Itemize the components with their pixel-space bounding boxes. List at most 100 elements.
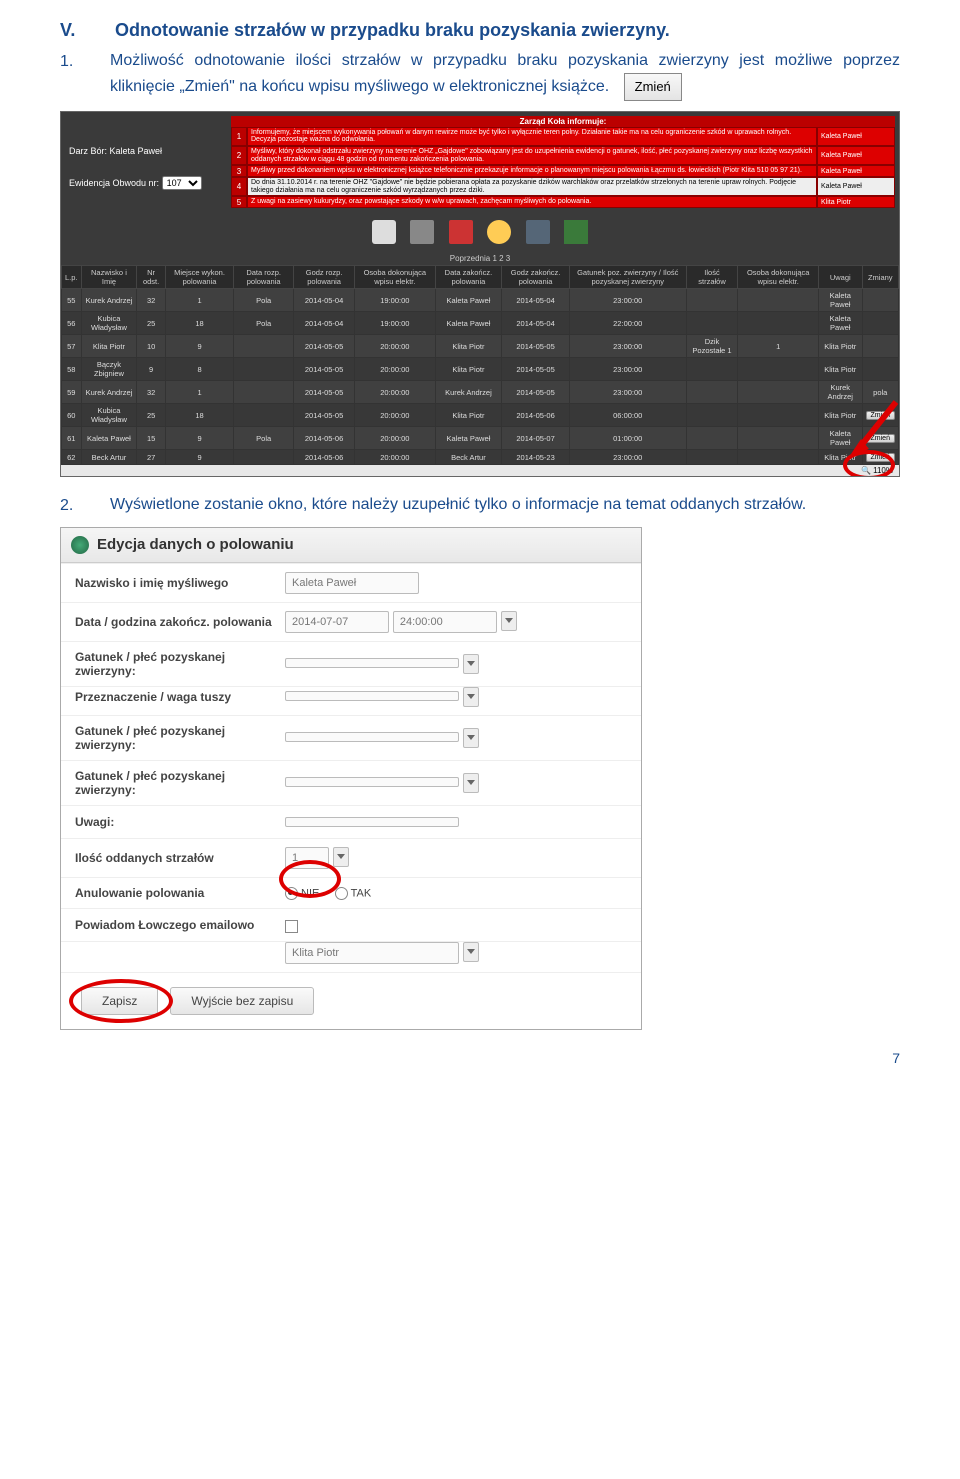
table-cell: 20:00:00 <box>355 450 436 465</box>
table-cell: 2014-05-05 <box>294 381 355 404</box>
shots-dropdown[interactable] <box>333 847 349 867</box>
radio-nie[interactable] <box>285 887 298 900</box>
table-cell: Kubica Władysław <box>81 404 137 427</box>
screenshot-form: Edycja danych o polowaniu Nazwisko i imi… <box>60 527 642 1030</box>
species-dropdown[interactable] <box>463 773 479 793</box>
input-date[interactable]: 2014-07-07 <box>285 611 389 633</box>
table-cell: 32 <box>137 289 165 312</box>
table-cell: Klita Piotr <box>435 404 502 427</box>
table-cell: 8 <box>165 358 233 381</box>
table-cell: 2014-05-05 <box>502 358 570 381</box>
zmien-button[interactable]: Zmień <box>866 411 895 420</box>
label-name: Nazwisko i imię myśliwego <box>75 576 285 590</box>
species-dropdown[interactable] <box>463 654 479 674</box>
table-cell <box>686 404 738 427</box>
label-date: Data / godzina zakończ. polowania <box>75 615 285 629</box>
col-header: Data zakończ. polowania <box>435 266 502 289</box>
exit-icon[interactable] <box>564 220 588 244</box>
checkbox-mail[interactable] <box>285 920 298 933</box>
table-cell: 58 <box>62 358 82 381</box>
screenshot-grid: Darz Bór: Kaleta Paweł Ewidencja Obwodu … <box>60 111 900 478</box>
table-cell: Pola <box>234 427 294 450</box>
zoom-indicator: 🔍 110% <box>61 465 899 476</box>
col-header: Nazwisko i Imię <box>81 266 137 289</box>
radio-tak[interactable] <box>335 887 348 900</box>
paragraph-1: Możliwość odnotowanie ilości strzałów w … <box>110 52 900 95</box>
save-button[interactable]: Zapisz <box>81 987 158 1015</box>
input-remarks[interactable] <box>285 817 459 827</box>
input-species-2[interactable] <box>285 732 459 742</box>
table-cell <box>738 358 819 381</box>
table-cell: 61 <box>62 427 82 450</box>
time-dropdown[interactable] <box>501 611 517 631</box>
input-name[interactable]: Kaleta Paweł <box>285 572 419 594</box>
table-cell: Pola <box>234 289 294 312</box>
radio-tak-label: TAK <box>351 887 372 899</box>
table-row: 57Klita Piotr1092014-05-0520:00:00Klita … <box>62 335 899 358</box>
printer-icon[interactable] <box>410 220 434 244</box>
table-cell: 22:00:00 <box>569 312 686 335</box>
input-shots[interactable]: 1 <box>285 847 329 869</box>
table-cell: 25 <box>137 404 165 427</box>
calendar-icon[interactable] <box>449 220 473 244</box>
obwod-select[interactable]: 107 <box>162 176 202 190</box>
table-cell <box>686 358 738 381</box>
label-species-2: Gatunek / płeć pozyskanej zwierzyny: <box>75 724 285 752</box>
table-cell: 9 <box>137 358 165 381</box>
table-cell: 1 <box>165 289 233 312</box>
table-cell: 23:00:00 <box>569 450 686 465</box>
table-cell: 60 <box>62 404 82 427</box>
table-cell: Klita Piotr <box>435 335 502 358</box>
table-cell: 15 <box>137 427 165 450</box>
table-cell: 10 <box>137 335 165 358</box>
table-cell <box>738 381 819 404</box>
table-cell: 23:00:00 <box>569 289 686 312</box>
table-cell: Kaleta Paweł <box>435 427 502 450</box>
input-species-1[interactable] <box>285 658 459 668</box>
table-cell: 2014-05-06 <box>502 404 570 427</box>
table-cell: 06:00:00 <box>569 404 686 427</box>
pager[interactable]: Poprzednia 1 2 3 <box>61 252 899 265</box>
notice-num: 3 <box>231 165 247 177</box>
table-cell: 1 <box>165 381 233 404</box>
species-dropdown[interactable] <box>463 728 479 748</box>
select-recipient[interactable]: Klita Piotr <box>285 942 459 964</box>
col-header: Uwagi <box>818 266 862 289</box>
records-table: L.p.Nazwisko i ImięNr odst.Miejsce wykon… <box>61 265 899 465</box>
table-cell: 2014-05-07 <box>502 427 570 450</box>
document-icon[interactable] <box>372 220 396 244</box>
users-icon[interactable] <box>487 220 511 244</box>
notice-num: 2 <box>231 146 247 165</box>
table-cell: 2014-05-06 <box>294 427 355 450</box>
user-label: Darz Bór: Kaleta Paweł <box>69 146 219 156</box>
table-cell <box>862 358 899 381</box>
input-time[interactable]: 24:00:00 <box>393 611 497 633</box>
zmien-button[interactable]: Zmień <box>866 453 895 462</box>
table-cell: 2014-05-05 <box>294 335 355 358</box>
table-cell: 19:00:00 <box>355 312 436 335</box>
notice-author: Kaleta Paweł <box>817 127 895 146</box>
dest-dropdown[interactable] <box>463 687 479 707</box>
table-cell: 57 <box>62 335 82 358</box>
radio-nie-label: NIE <box>301 887 319 899</box>
table-cell: 2014-05-05 <box>502 381 570 404</box>
col-header: Osoba dokonująca wpisu elektr. <box>355 266 436 289</box>
table-cell: 20:00:00 <box>355 358 436 381</box>
seal-icon <box>71 536 89 554</box>
lock-icon[interactable] <box>526 220 550 244</box>
table-cell: 18 <box>165 312 233 335</box>
table-cell: 9 <box>165 427 233 450</box>
table-cell: Kaleta Paweł <box>818 427 862 450</box>
table-cell: Kurek Andrzej <box>81 289 137 312</box>
input-species-3[interactable] <box>285 777 459 787</box>
zmien-button[interactable]: Zmień <box>866 434 895 443</box>
label-species-3: Gatunek / płeć pozyskanej zwierzyny: <box>75 769 285 797</box>
table-cell <box>862 312 899 335</box>
table-cell: Klita Piotr <box>818 404 862 427</box>
table-cell: 2014-05-23 <box>502 450 570 465</box>
recipient-dropdown[interactable] <box>463 942 479 962</box>
notice-text: Do dnia 31.10.2014 r. na terenie OHZ "Ga… <box>247 177 817 196</box>
input-dest[interactable] <box>285 691 459 701</box>
exit-button[interactable]: Wyjście bez zapisu <box>170 987 314 1015</box>
table-cell <box>234 358 294 381</box>
